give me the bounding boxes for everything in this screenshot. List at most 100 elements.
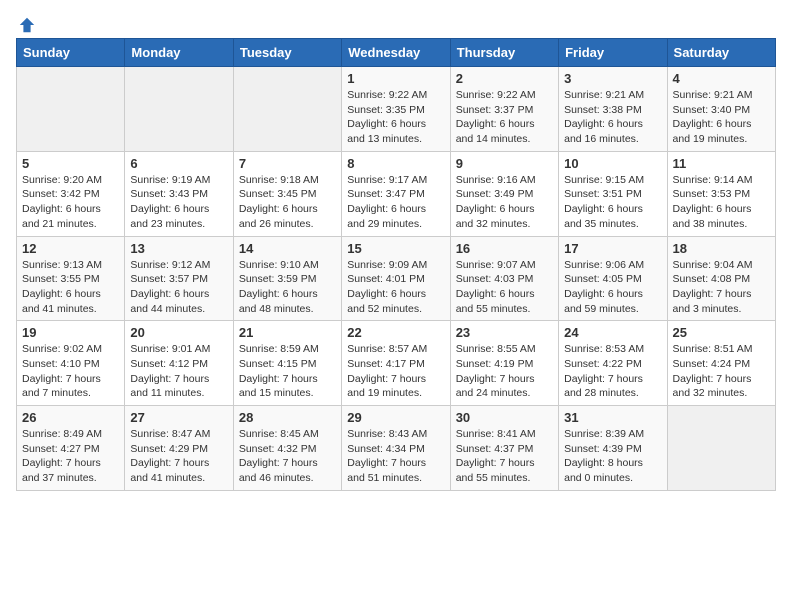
weekday-header-tuesday: Tuesday [233,39,341,67]
page-header [16,16,776,30]
day-number: 11 [673,156,770,171]
day-info: Sunrise: 8:43 AM Sunset: 4:34 PM Dayligh… [347,427,444,486]
calendar-cell: 30Sunrise: 8:41 AM Sunset: 4:37 PM Dayli… [450,406,558,491]
day-info: Sunrise: 8:47 AM Sunset: 4:29 PM Dayligh… [130,427,227,486]
calendar-week-3: 12 Sunrise: 9:13 AM Sunset: 3:55 PM Dayli… [17,236,776,321]
calendar-cell: 6Sunrise: 9:19 AM Sunset: 3:43 PM Daylig… [125,151,233,236]
day-info: Sunrise: 9:14 AM Sunset: 3:53 PM Dayligh… [673,173,770,232]
calendar-cell: 12 Sunrise: 9:13 AM Sunset: 3:55 PM Dayli… [17,236,125,321]
day-number: 13 [130,241,227,256]
day-info: Sunrise: 9:12 AM Sunset: 3:57 PM Dayligh… [130,258,227,317]
day-number: 22 [347,325,444,340]
calendar-week-1: 1Sunrise: 9:22 AM Sunset: 3:35 PM Daylig… [17,67,776,152]
day-info: Sunrise: 8:59 AM Sunset: 4:15 PM Dayligh… [239,342,336,401]
calendar-cell: 18 Sunrise: 9:04 AM Sunset: 4:08 PM Dayli… [667,236,775,321]
calendar-cell: 13 Sunrise: 9:12 AM Sunset: 3:57 PM Dayli… [125,236,233,321]
calendar-cell: 5 Sunrise: 9:20 AM Sunset: 3:42 PM Daylig… [17,151,125,236]
day-info: Sunrise: 9:21 AM Sunset: 3:40 PM Dayligh… [673,88,770,147]
logo-icon [18,16,36,34]
calendar-cell: 17Sunrise: 9:06 AM Sunset: 4:05 PM Dayli… [559,236,667,321]
day-info: Sunrise: 8:51 AM Sunset: 4:24 PM Dayligh… [673,342,770,401]
day-info: Sunrise: 8:55 AM Sunset: 4:19 PM Dayligh… [456,342,553,401]
calendar-cell: 15 Sunrise: 9:09 AM Sunset: 4:01 PM Dayli… [342,236,450,321]
calendar-cell: 11 Sunrise: 9:14 AM Sunset: 3:53 PM Dayli… [667,151,775,236]
day-info: Sunrise: 9:02 AM Sunset: 4:10 PM Dayligh… [22,342,119,401]
calendar-cell: 29 Sunrise: 8:43 AM Sunset: 4:34 PM Dayli… [342,406,450,491]
day-number: 9 [456,156,553,171]
day-number: 15 [347,241,444,256]
day-info: Sunrise: 9:06 AM Sunset: 4:05 PM Dayligh… [564,258,661,317]
calendar-cell: 3Sunrise: 9:21 AM Sunset: 3:38 PM Daylig… [559,67,667,152]
day-number: 12 [22,241,119,256]
day-number: 10 [564,156,661,171]
day-info: Sunrise: 9:13 AM Sunset: 3:55 PM Dayligh… [22,258,119,317]
calendar-cell: 7 Sunrise: 9:18 AM Sunset: 3:45 PM Daylig… [233,151,341,236]
day-number: 28 [239,410,336,425]
weekday-header-friday: Friday [559,39,667,67]
day-number: 29 [347,410,444,425]
calendar-cell: 24 Sunrise: 8:53 AM Sunset: 4:22 PM Dayli… [559,321,667,406]
day-number: 7 [239,156,336,171]
calendar-week-4: 19 Sunrise: 9:02 AM Sunset: 4:10 PM Dayli… [17,321,776,406]
day-info: Sunrise: 8:57 AM Sunset: 4:17 PM Dayligh… [347,342,444,401]
day-info: Sunrise: 9:09 AM Sunset: 4:01 PM Dayligh… [347,258,444,317]
day-number: 14 [239,241,336,256]
day-number: 26 [22,410,119,425]
day-number: 5 [22,156,119,171]
day-info: Sunrise: 9:10 AM Sunset: 3:59 PM Dayligh… [239,258,336,317]
calendar-cell: 10Sunrise: 9:15 AM Sunset: 3:51 PM Dayli… [559,151,667,236]
calendar-cell: 25 Sunrise: 8:51 AM Sunset: 4:24 PM Dayli… [667,321,775,406]
calendar-cell: 22 Sunrise: 8:57 AM Sunset: 4:17 PM Dayli… [342,321,450,406]
day-number: 1 [347,71,444,86]
calendar-week-5: 26 Sunrise: 8:49 AM Sunset: 4:27 PM Dayli… [17,406,776,491]
day-number: 31 [564,410,661,425]
calendar-cell [17,67,125,152]
calendar-cell: 27 Sunrise: 8:47 AM Sunset: 4:29 PM Dayli… [125,406,233,491]
calendar-cell: 16Sunrise: 9:07 AM Sunset: 4:03 PM Dayli… [450,236,558,321]
weekday-header-wednesday: Wednesday [342,39,450,67]
calendar-cell: 14 Sunrise: 9:10 AM Sunset: 3:59 PM Dayli… [233,236,341,321]
calendar-week-2: 5 Sunrise: 9:20 AM Sunset: 3:42 PM Daylig… [17,151,776,236]
day-info: Sunrise: 9:17 AM Sunset: 3:47 PM Dayligh… [347,173,444,232]
day-number: 8 [347,156,444,171]
day-info: Sunrise: 8:49 AM Sunset: 4:27 PM Dayligh… [22,427,119,486]
calendar-cell: 2 Sunrise: 9:22 AM Sunset: 3:37 PM Daylig… [450,67,558,152]
calendar-cell: 21 Sunrise: 8:59 AM Sunset: 4:15 PM Dayli… [233,321,341,406]
logo [16,16,36,30]
day-info: Sunrise: 9:04 AM Sunset: 4:08 PM Dayligh… [673,258,770,317]
day-number: 2 [456,71,553,86]
calendar-cell [125,67,233,152]
day-info: Sunrise: 9:16 AM Sunset: 3:49 PM Dayligh… [456,173,553,232]
calendar-cell [233,67,341,152]
day-info: Sunrise: 9:18 AM Sunset: 3:45 PM Dayligh… [239,173,336,232]
day-info: Sunrise: 9:22 AM Sunset: 3:37 PM Dayligh… [456,88,553,147]
day-info: Sunrise: 8:45 AM Sunset: 4:32 PM Dayligh… [239,427,336,486]
day-info: Sunrise: 9:01 AM Sunset: 4:12 PM Dayligh… [130,342,227,401]
day-number: 19 [22,325,119,340]
day-info: Sunrise: 8:39 AM Sunset: 4:39 PM Dayligh… [564,427,661,486]
day-number: 24 [564,325,661,340]
day-number: 18 [673,241,770,256]
day-number: 23 [456,325,553,340]
day-number: 3 [564,71,661,86]
day-number: 25 [673,325,770,340]
day-info: Sunrise: 8:41 AM Sunset: 4:37 PM Dayligh… [456,427,553,486]
calendar-table: SundayMondayTuesdayWednesdayThursdayFrid… [16,38,776,491]
weekday-header-thursday: Thursday [450,39,558,67]
day-number: 4 [673,71,770,86]
calendar-cell: 20Sunrise: 9:01 AM Sunset: 4:12 PM Dayli… [125,321,233,406]
day-info: Sunrise: 9:20 AM Sunset: 3:42 PM Dayligh… [22,173,119,232]
weekday-header-row: SundayMondayTuesdayWednesdayThursdayFrid… [17,39,776,67]
day-number: 27 [130,410,227,425]
calendar-cell: 4 Sunrise: 9:21 AM Sunset: 3:40 PM Daylig… [667,67,775,152]
day-info: Sunrise: 9:07 AM Sunset: 4:03 PM Dayligh… [456,258,553,317]
calendar-cell [667,406,775,491]
calendar-cell: 1Sunrise: 9:22 AM Sunset: 3:35 PM Daylig… [342,67,450,152]
calendar-cell: 26 Sunrise: 8:49 AM Sunset: 4:27 PM Dayli… [17,406,125,491]
day-number: 21 [239,325,336,340]
calendar-cell: 23 Sunrise: 8:55 AM Sunset: 4:19 PM Dayli… [450,321,558,406]
day-info: Sunrise: 8:53 AM Sunset: 4:22 PM Dayligh… [564,342,661,401]
weekday-header-sunday: Sunday [17,39,125,67]
day-number: 6 [130,156,227,171]
calendar-cell: 28 Sunrise: 8:45 AM Sunset: 4:32 PM Dayli… [233,406,341,491]
